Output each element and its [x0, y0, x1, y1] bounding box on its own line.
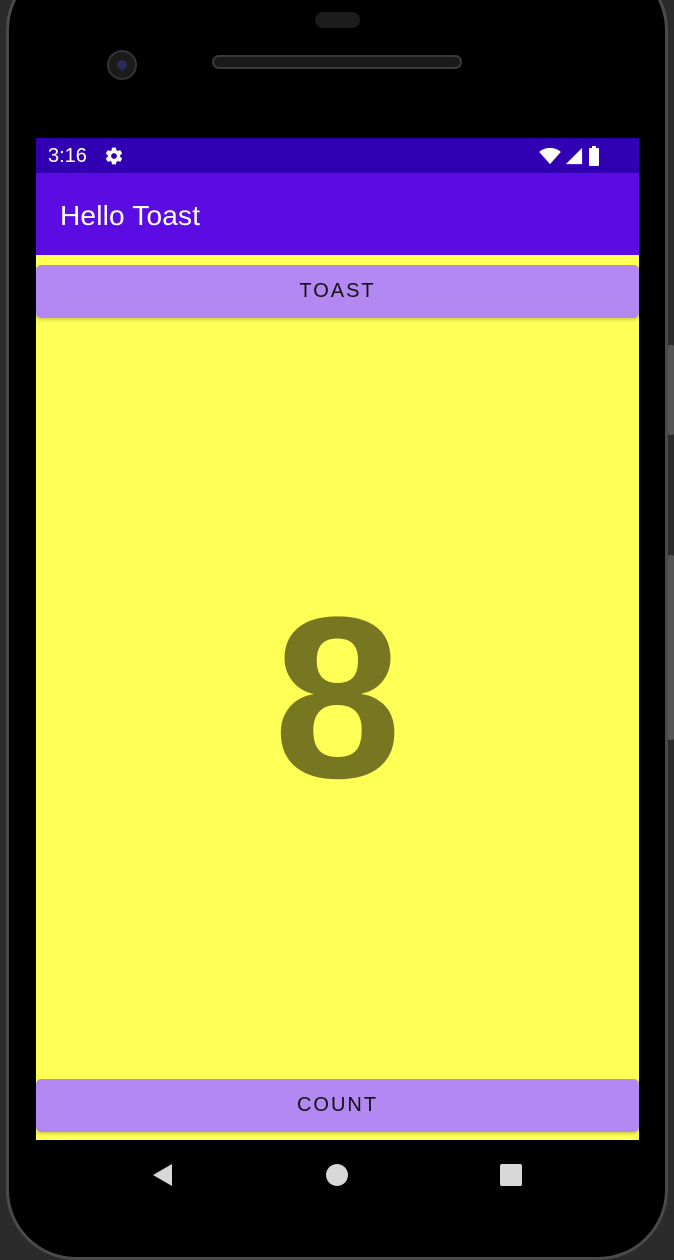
status-time: 3:16 — [48, 145, 87, 167]
power-button — [668, 555, 674, 740]
top-notch — [315, 12, 360, 28]
wifi-icon — [539, 147, 561, 165]
navigation-bar — [36, 1140, 639, 1210]
back-icon[interactable] — [150, 1162, 176, 1188]
volume-button — [668, 345, 674, 435]
status-bar: 3:16 — [36, 138, 639, 173]
device-screen: 3:16 Hello Toast TOAST 8 COUNT — [36, 138, 639, 1140]
battery-icon — [589, 146, 599, 166]
gear-icon — [105, 147, 123, 165]
recents-icon[interactable] — [500, 1164, 522, 1186]
earpiece-speaker — [212, 55, 462, 69]
home-icon[interactable] — [326, 1164, 348, 1186]
count-button[interactable]: COUNT — [36, 1079, 639, 1132]
front-camera-icon — [107, 50, 137, 80]
device-frame: 3:16 Hello Toast TOAST 8 COUNT — [0, 0, 674, 1260]
app-bar: Hello Toast — [36, 173, 639, 255]
cell-signal-icon — [565, 147, 583, 165]
status-icons — [539, 146, 601, 166]
toast-button[interactable]: TOAST — [36, 265, 639, 318]
page-title: Hello Toast — [60, 200, 201, 231]
count-display: 8 — [273, 569, 402, 826]
